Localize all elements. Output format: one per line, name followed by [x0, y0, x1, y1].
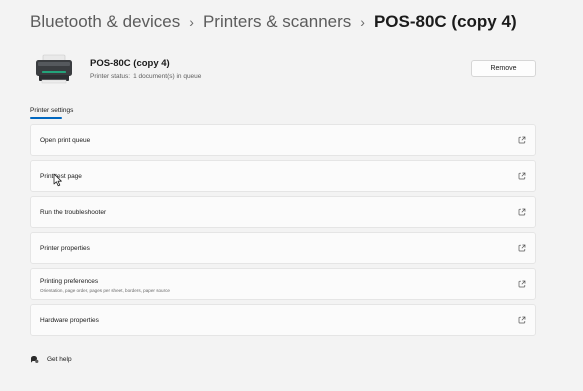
- tab-active-indicator: [30, 117, 62, 119]
- setting-label: Open print queue: [40, 137, 91, 144]
- setting-label: Printing preferences: [40, 278, 99, 285]
- external-link-icon: [518, 280, 526, 288]
- breadcrumb: Bluetooth & devices › Printers & scanner…: [30, 12, 517, 32]
- chevron-right-icon: ›: [360, 14, 365, 30]
- device-status-label: Printer status:: [90, 73, 131, 80]
- setting-printing-preferences[interactable]: Printing preferences Orientation, page o…: [30, 268, 536, 300]
- chevron-right-icon: ›: [189, 14, 194, 30]
- setting-print-test-page[interactable]: Print test page: [30, 160, 536, 192]
- setting-label: Printer properties: [40, 245, 90, 252]
- setting-hardware-properties[interactable]: Hardware properties: [30, 304, 536, 336]
- get-help-link[interactable]: Get help: [30, 355, 72, 364]
- settings-list: Open print queue Print test page Run the…: [30, 124, 536, 340]
- breadcrumb-bluetooth-devices[interactable]: Bluetooth & devices: [30, 12, 180, 32]
- breadcrumb-printers-scanners[interactable]: Printers & scanners: [203, 12, 351, 32]
- device-status-value: 1 document(s) in queue: [133, 73, 202, 80]
- external-link-icon: [518, 208, 526, 216]
- setting-label: Hardware properties: [40, 317, 99, 324]
- remove-button[interactable]: Remove: [471, 60, 536, 77]
- get-help-label: Get help: [47, 356, 72, 363]
- tab-printer-settings[interactable]: Printer settings: [30, 107, 73, 114]
- setting-printer-properties[interactable]: Printer properties: [30, 232, 536, 264]
- device-status: Printer status: 1 document(s) in queue: [90, 73, 201, 80]
- setting-open-print-queue[interactable]: Open print queue: [30, 124, 536, 156]
- setting-description: Orientation, page order, pages per sheet…: [40, 288, 170, 293]
- external-link-icon: [518, 316, 526, 324]
- page-title: POS-80C (copy 4): [373, 12, 517, 31]
- mouse-cursor-icon: [53, 173, 62, 187]
- external-link-icon: [518, 244, 526, 252]
- external-link-icon: [518, 172, 526, 180]
- setting-label: Run the troubleshooter: [40, 209, 107, 216]
- device-header: POS-80C (copy 4) Printer status: 1 docume…: [30, 52, 536, 88]
- external-link-icon: [518, 136, 526, 144]
- setting-run-troubleshooter[interactable]: Run the troubleshooter: [30, 196, 536, 228]
- help-icon: [31, 356, 39, 363]
- device-name: POS-80C (copy 4): [90, 58, 170, 69]
- printer-icon: [36, 54, 72, 84]
